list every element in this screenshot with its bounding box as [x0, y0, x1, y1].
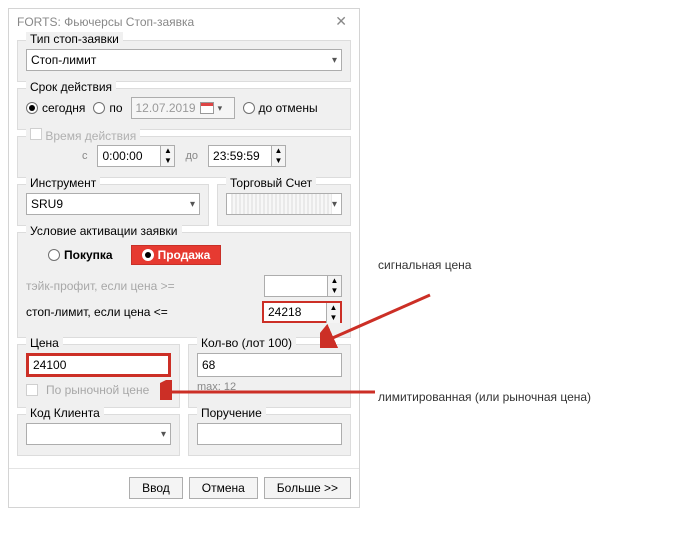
- time-from-label: с: [82, 150, 88, 162]
- group-activation: Условие активации заявки Покупка Продажа…: [17, 232, 351, 338]
- group-price: Цена 24100 По рыночной цене: [17, 344, 180, 408]
- arrow-icon: [160, 380, 380, 400]
- radio-until-label: по: [109, 101, 122, 115]
- arrow-icon: [320, 290, 440, 348]
- chevron-down-icon: ▾: [218, 103, 223, 114]
- more-button[interactable]: Больше >>: [264, 477, 351, 499]
- take-profit-label: тэйк-профит, если цена >=: [26, 279, 175, 293]
- calendar-icon: [200, 102, 214, 114]
- radio-today-label: сегодня: [42, 101, 85, 115]
- enter-button[interactable]: Ввод: [129, 477, 183, 499]
- time-range-label: Время действия: [45, 129, 136, 143]
- spin-up-icon[interactable]: ▲: [271, 146, 285, 156]
- window-title: FORTS: Фьючерсы Стоп-заявка: [17, 15, 194, 29]
- sell-label: Продажа: [158, 248, 211, 262]
- chevron-down-icon: ▾: [332, 55, 337, 66]
- stop-limit-label: стоп-лимит, если цена <=: [26, 305, 168, 319]
- buy-label: Покупка: [64, 248, 113, 262]
- chevron-down-icon: ▾: [190, 199, 195, 210]
- radio-disc-icon: [243, 102, 255, 114]
- radio-until[interactable]: по: [93, 101, 122, 115]
- group-validity: Срок действия сегодня по 12.07.2019 ▾: [17, 88, 351, 130]
- radio-disc-icon: [26, 102, 38, 114]
- spin-down-icon[interactable]: ▼: [160, 156, 174, 166]
- group-client-code: Код Клиента ▾: [17, 414, 180, 456]
- instrument-label: Инструмент: [26, 176, 100, 190]
- date-field[interactable]: 12.07.2019 ▾: [131, 97, 235, 119]
- radio-today[interactable]: сегодня: [26, 101, 85, 115]
- close-icon[interactable]: ✕: [331, 13, 351, 30]
- spin-up-icon[interactable]: ▲: [327, 276, 341, 286]
- price-field[interactable]: 24100: [26, 353, 171, 377]
- price-value: 24100: [33, 358, 66, 372]
- chevron-down-icon: ▾: [161, 429, 166, 440]
- button-bar: Ввод Отмена Больше >>: [9, 468, 359, 507]
- radio-disc-icon: [142, 249, 154, 261]
- time-range-checkbox[interactable]: [30, 128, 42, 140]
- annotation-limit: лимитированная (или рыночная цена): [378, 380, 638, 410]
- time-from-value[interactable]: [98, 146, 160, 166]
- market-price-checkbox[interactable]: [26, 384, 38, 396]
- order-type-select[interactable]: Стоп-лимит ▾: [26, 49, 342, 71]
- time-range-header: Время действия: [26, 128, 140, 143]
- instrument-select[interactable]: SRU9 ▾: [26, 193, 200, 215]
- group-instrument: Инструмент SRU9 ▾: [17, 184, 209, 226]
- radio-gtc-label: до отмены: [259, 101, 318, 115]
- qty-value: 68: [202, 358, 215, 372]
- account-value: [231, 194, 332, 214]
- time-to-value[interactable]: [209, 146, 271, 166]
- order-type-label: Тип стоп-заявки: [26, 32, 123, 46]
- client-code-label: Код Клиента: [26, 406, 104, 420]
- group-order-type: Тип стоп-заявки Стоп-лимит ▾: [17, 40, 351, 82]
- qty-field[interactable]: 68: [197, 353, 342, 377]
- account-select[interactable]: ▾: [226, 193, 342, 215]
- annotation-signal: сигнальная цена: [378, 252, 538, 275]
- chevron-down-icon: ▾: [332, 199, 337, 210]
- validity-label: Срок действия: [26, 80, 116, 94]
- client-code-select[interactable]: ▾: [26, 423, 171, 445]
- instrument-value: SRU9: [31, 197, 63, 211]
- order-ref-field[interactable]: [197, 423, 342, 445]
- group-order-ref: Поручение: [188, 414, 351, 456]
- radio-disc-icon: [48, 249, 60, 261]
- order-ref-label: Поручение: [197, 406, 266, 420]
- stop-limit-value[interactable]: [264, 303, 326, 321]
- radio-sell[interactable]: Продажа: [131, 245, 222, 265]
- stop-order-dialog: FORTS: Фьючерсы Стоп-заявка ✕ Тип стоп-з…: [8, 8, 360, 508]
- radio-disc-icon: [93, 102, 105, 114]
- date-value: 12.07.2019: [136, 101, 196, 115]
- time-from-field[interactable]: ▲▼: [97, 145, 175, 167]
- activation-label: Условие активации заявки: [26, 224, 182, 238]
- group-time-range: Время действия с ▲▼ до ▲▼: [17, 136, 351, 178]
- qty-label: Кол-во (лот 100): [197, 336, 296, 350]
- price-label: Цена: [26, 336, 63, 350]
- radio-gtc[interactable]: до отмены: [243, 101, 318, 115]
- titlebar: FORTS: Фьючерсы Стоп-заявка ✕: [9, 9, 359, 34]
- order-type-value: Стоп-лимит: [31, 53, 96, 67]
- market-price-label: По рыночной цене: [46, 383, 149, 397]
- spin-up-icon[interactable]: ▲: [160, 146, 174, 156]
- time-to-label: до: [185, 150, 198, 162]
- cancel-button[interactable]: Отмена: [189, 477, 258, 499]
- group-account: Торговый Счет ▾: [217, 184, 351, 226]
- spin-down-icon[interactable]: ▼: [271, 156, 285, 166]
- time-to-field[interactable]: ▲▼: [208, 145, 286, 167]
- take-profit-value[interactable]: [265, 276, 327, 296]
- account-label: Торговый Счет: [226, 176, 316, 190]
- radio-buy[interactable]: Покупка: [48, 245, 113, 265]
